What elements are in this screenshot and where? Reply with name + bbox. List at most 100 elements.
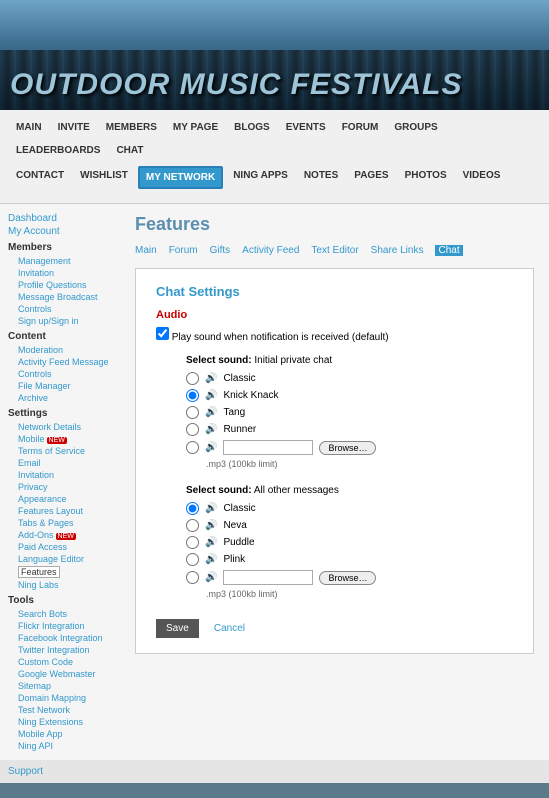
nav-item-wishlist[interactable]: WISHLIST — [74, 166, 134, 189]
play-icon[interactable]: 🔊 — [205, 503, 217, 514]
sidebar-link-paid-access[interactable]: Paid Access — [18, 541, 112, 553]
tab-chat[interactable]: Chat — [435, 245, 462, 256]
sidebar-link-search-bots[interactable]: Search Bots — [18, 608, 112, 620]
sound-radio-plink[interactable] — [186, 553, 199, 566]
sidebar-link-moderation[interactable]: Moderation — [18, 344, 112, 356]
play-icon[interactable]: 🔊 — [205, 554, 217, 565]
sidebar-link-profile-questions[interactable]: Profile Questions — [18, 279, 112, 291]
nav-item-main[interactable]: MAIN — [10, 118, 48, 137]
sidebar-link-email[interactable]: Email — [18, 457, 112, 469]
sidebar-link-ning-api[interactable]: Ning API — [18, 740, 112, 752]
sidebar-link-dashboard[interactable]: Dashboard — [8, 212, 112, 225]
sound-label: Neva — [223, 520, 246, 531]
tab-gifts[interactable]: Gifts — [210, 245, 231, 256]
sound-option: 🔊Knick Knack — [186, 389, 513, 402]
nav-item-photos[interactable]: PHOTOS — [399, 166, 453, 189]
sound-radio-custom2[interactable] — [186, 571, 199, 584]
sidebar-link-controls[interactable]: Controls — [18, 368, 112, 380]
sidebar-link-sign-up-sign-in[interactable]: Sign up/Sign in — [18, 315, 112, 327]
sidebar-link-network-details[interactable]: Network Details — [18, 421, 112, 433]
sidebar-link-controls[interactable]: Controls — [18, 303, 112, 315]
play-icon[interactable]: 🔊 — [205, 537, 217, 548]
sidebar-link-archive[interactable]: Archive — [18, 392, 112, 404]
sound-radio-neva[interactable] — [186, 519, 199, 532]
play-icon[interactable]: 🔊 — [205, 373, 217, 384]
tab-share-links[interactable]: Share Links — [371, 245, 424, 256]
nav-item-blogs[interactable]: BLOGS — [228, 118, 276, 137]
sound-file-input2[interactable] — [223, 570, 313, 585]
sound-radio-custom1[interactable] — [186, 441, 199, 454]
sidebar-section-content: Content — [8, 331, 112, 342]
sound-option: 🔊 Runner — [186, 423, 513, 436]
sidebar-link-mobile[interactable]: MobileNEW — [18, 433, 112, 445]
sound-hint2: .mp3 (100kb limit) — [186, 589, 513, 599]
browse-button-1[interactable]: Browse… — [319, 441, 376, 455]
sidebar-link-language-editor[interactable]: Language Editor — [18, 553, 112, 565]
sidebar-link-test-network[interactable]: Test Network — [18, 704, 112, 716]
nav-item-contact[interactable]: CONTACT — [10, 166, 70, 189]
sound-radio-tang[interactable] — [186, 406, 199, 419]
sidebar-link-custom-code[interactable]: Custom Code — [18, 656, 112, 668]
sidebar-link-google-webmaster[interactable]: Google Webmaster — [18, 668, 112, 680]
sidebar-link-tabs-pages[interactable]: Tabs & Pages — [18, 517, 112, 529]
sidebar-link-mobile-app[interactable]: Mobile App — [18, 728, 112, 740]
nav-item-members[interactable]: MEMBERS — [100, 118, 163, 137]
nav-item-my-page[interactable]: MY PAGE — [167, 118, 224, 137]
play-icon[interactable]: 🔊 — [205, 407, 217, 418]
sidebar-link-ning-labs[interactable]: Ning Labs — [18, 579, 112, 591]
nav-item-my-network[interactable]: MY NETWORK — [138, 166, 223, 189]
tab-forum[interactable]: Forum — [169, 245, 198, 256]
nav-item-notes[interactable]: NOTES — [298, 166, 344, 189]
cancel-link[interactable]: Cancel — [214, 623, 245, 634]
sidebar-link-privacy[interactable]: Privacy — [18, 481, 112, 493]
sound-file-input1[interactable] — [223, 440, 313, 455]
play-icon[interactable]: 🔊 — [205, 520, 217, 531]
sidebar-link-flickr-integration[interactable]: Flickr Integration — [18, 620, 112, 632]
nav-item-pages[interactable]: PAGES — [348, 166, 394, 189]
sidebar-link-add-ons[interactable]: Add-OnsNEW — [18, 529, 112, 541]
sidebar-link-appearance[interactable]: Appearance — [18, 493, 112, 505]
sidebar-link-terms-of-service[interactable]: Terms of Service — [18, 445, 112, 457]
sidebar-members-items: ManagementInvitationProfile QuestionsMes… — [8, 255, 112, 327]
play-icon[interactable]: 🔊 — [205, 390, 217, 401]
panel-title: Chat Settings — [156, 284, 513, 299]
sound-label: Runner — [223, 424, 256, 435]
sidebar-link-sitemap[interactable]: Sitemap — [18, 680, 112, 692]
play-icon[interactable]: 🔊 — [205, 424, 217, 435]
nav-item-groups[interactable]: GROUPS — [388, 118, 443, 137]
sidebar-link-twitter-integration[interactable]: Twitter Integration — [18, 644, 112, 656]
nav-item-videos[interactable]: VIDEOS — [457, 166, 507, 189]
sound-radio-runner[interactable] — [186, 423, 199, 436]
sound-radio-knick-knack[interactable] — [186, 389, 199, 402]
sidebar-link-features[interactable]: Features — [18, 565, 112, 579]
sidebar-link-domain-mapping[interactable]: Domain Mapping — [18, 692, 112, 704]
sidebar-link-my-account[interactable]: My Account — [8, 225, 112, 238]
nav-item-chat[interactable]: CHAT — [110, 141, 149, 160]
nav-item-ning-apps[interactable]: NING APPS — [227, 166, 294, 189]
sound-radio-puddle[interactable] — [186, 536, 199, 549]
sidebar-link-invitation[interactable]: Invitation — [18, 469, 112, 481]
support-link[interactable]: Support — [8, 766, 43, 777]
sidebar-link-message-broadcast[interactable]: Message Broadcast — [18, 291, 112, 303]
browse-button-2[interactable]: Browse… — [319, 571, 376, 585]
play-icon[interactable]: 🔊 — [205, 442, 217, 453]
tab-text-editor[interactable]: Text Editor — [311, 245, 358, 256]
play-sound-checkbox[interactable] — [156, 327, 169, 340]
tab-activity-feed[interactable]: Activity Feed — [242, 245, 299, 256]
nav-item-forum[interactable]: FORUM — [336, 118, 385, 137]
sidebar-link-ning-extensions[interactable]: Ning Extensions — [18, 716, 112, 728]
sound-radio-classic[interactable] — [186, 372, 199, 385]
nav-item-invite[interactable]: INVITE — [52, 118, 96, 137]
sound-radio-classic[interactable] — [186, 502, 199, 515]
nav-item-events[interactable]: EVENTS — [280, 118, 332, 137]
sidebar-link-invitation[interactable]: Invitation — [18, 267, 112, 279]
nav-item-leaderboards[interactable]: LEADERBOARDS — [10, 141, 106, 160]
sidebar-link-facebook-integration[interactable]: Facebook Integration — [18, 632, 112, 644]
sidebar-link-management[interactable]: Management — [18, 255, 112, 267]
sidebar-link-file-manager[interactable]: File Manager — [18, 380, 112, 392]
save-button[interactable]: Save — [156, 619, 199, 638]
play-icon[interactable]: 🔊 — [205, 572, 217, 583]
tab-main[interactable]: Main — [135, 245, 157, 256]
sidebar-link-features-layout[interactable]: Features Layout — [18, 505, 112, 517]
sidebar-link-activity-feed-message[interactable]: Activity Feed Message — [18, 356, 112, 368]
